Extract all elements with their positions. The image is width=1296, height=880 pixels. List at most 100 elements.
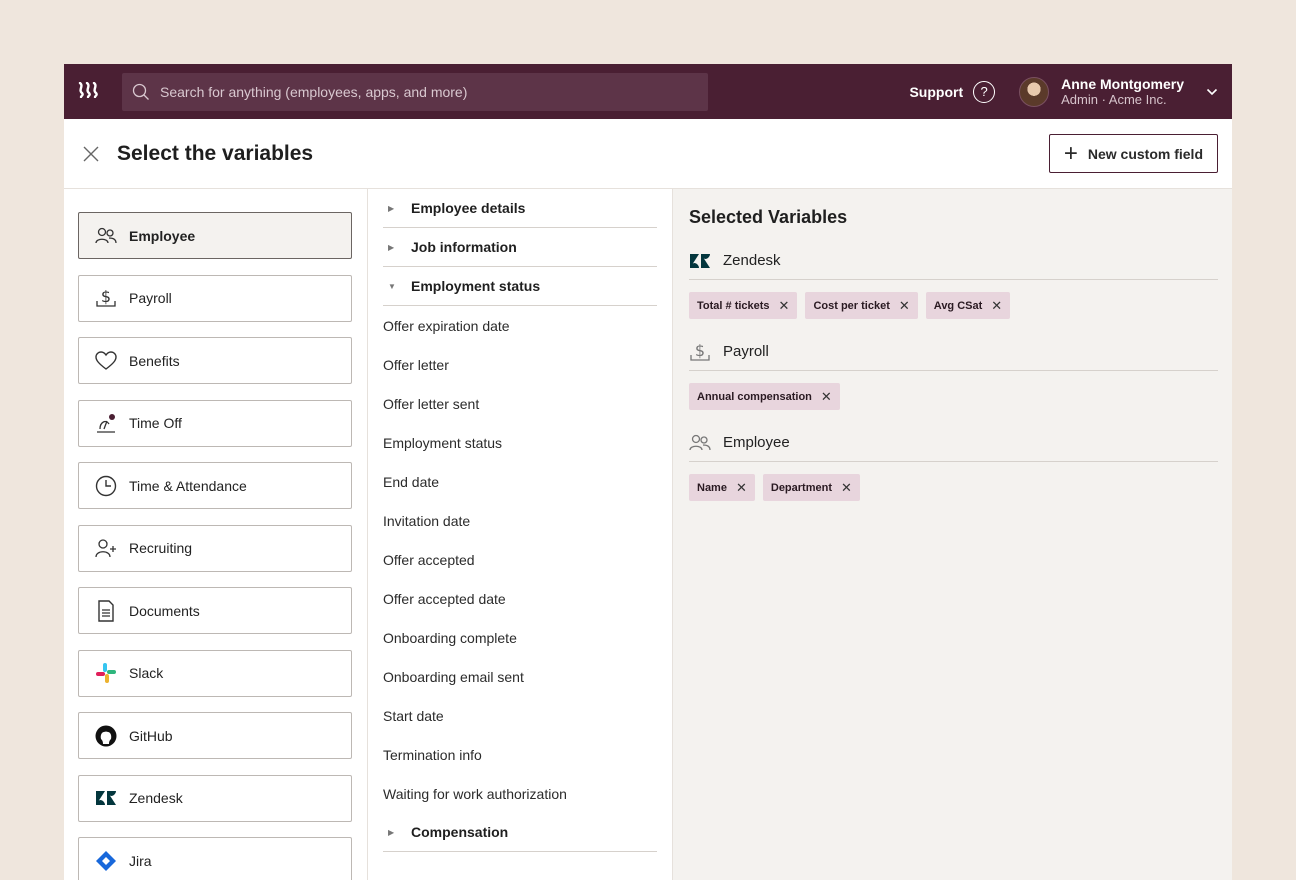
category-label: Benefits: [129, 352, 180, 369]
category-jira[interactable]: Jira: [78, 837, 352, 880]
category-label: Jira: [129, 852, 152, 869]
document-icon: [95, 599, 117, 622]
avatar[interactable]: [1019, 76, 1050, 107]
search-bar[interactable]: Search for anything (employees, apps, an…: [122, 72, 708, 111]
field-item[interactable]: Employment status: [383, 423, 657, 462]
field-item[interactable]: Onboarding email sent: [383, 657, 657, 696]
new-custom-field-button[interactable]: + New custom field: [1048, 134, 1218, 173]
category-github[interactable]: GitHub: [78, 712, 352, 759]
category-label: Recruiting: [129, 540, 193, 556]
variable-chip[interactable]: Avg CSat ✕: [925, 292, 1011, 319]
remove-icon[interactable]: ✕: [821, 389, 832, 405]
category-time-attendance[interactable]: Time & Attendance: [78, 462, 352, 509]
dollar-icon: $: [95, 287, 117, 309]
category-label: Zendesk: [129, 790, 183, 806]
jira-icon: [95, 850, 117, 872]
field-item[interactable]: Termination info: [383, 735, 657, 774]
user-role: Admin · Acme Inc.: [1061, 91, 1167, 107]
category-payroll[interactable]: $ Payroll: [78, 274, 352, 322]
variable-chip[interactable]: Name ✕: [689, 474, 755, 501]
chip-label: Name: [697, 481, 727, 494]
category-list: Employee $ Payroll Benefits Time Off Tim…: [64, 189, 368, 880]
zendesk-icon: [95, 787, 117, 809]
remove-icon[interactable]: ✕: [899, 298, 910, 314]
variable-chip[interactable]: Total # tickets ✕: [689, 292, 798, 319]
category-time-off[interactable]: Time Off: [78, 399, 352, 447]
group-employee-details[interactable]: ▶ Employee details: [383, 189, 657, 228]
remove-icon[interactable]: ✕: [736, 480, 747, 496]
page-header: Select the variables + New custom field: [64, 119, 1232, 189]
category-label: Payroll: [129, 290, 172, 306]
dollar-icon: $: [689, 341, 711, 363]
caret-right-icon: ▶: [388, 827, 395, 837]
remove-icon[interactable]: ✕: [779, 298, 790, 314]
group-employment-status[interactable]: ▼ Employment status: [383, 267, 657, 306]
chevron-down-icon[interactable]: [1206, 88, 1218, 96]
svg-text:$: $: [695, 341, 705, 360]
chip-label: Avg CSat: [933, 299, 983, 312]
search-placeholder: Search for anything (employees, apps, an…: [160, 83, 468, 100]
plus-icon: +: [1063, 139, 1078, 167]
support-button[interactable]: Support ?: [909, 80, 996, 103]
field-item[interactable]: End date: [383, 462, 657, 501]
field-item[interactable]: Offer accepted: [383, 540, 657, 579]
chip-label: Total # tickets: [697, 299, 770, 312]
group-label: Job information: [411, 239, 517, 255]
slack-icon: [95, 662, 117, 684]
selected-group-label: Payroll: [723, 343, 769, 360]
group-label: Employee details: [411, 200, 526, 216]
category-label: Time & Attendance: [129, 477, 247, 494]
category-zendesk[interactable]: Zendesk: [78, 774, 352, 822]
add-person-icon: [95, 537, 117, 559]
field-item[interactable]: Onboarding complete: [383, 618, 657, 657]
category-label: Employee: [129, 227, 196, 244]
field-item[interactable]: Offer letter: [383, 345, 657, 384]
group-label: Compensation: [411, 824, 509, 840]
group-label: Employment status: [411, 278, 541, 294]
chip-list: Name ✕ Department ✕: [689, 462, 1218, 515]
new-custom-field-label: New custom field: [1087, 145, 1203, 162]
people-icon: [689, 434, 711, 452]
field-list: ▶ Employee details ▶ Job information ▼ E…: [368, 189, 673, 880]
category-label: GitHub: [129, 727, 173, 744]
field-item[interactable]: Invitation date: [383, 501, 657, 540]
category-documents[interactable]: Documents: [78, 587, 352, 634]
variable-chip[interactable]: Cost per ticket ✕: [805, 292, 918, 319]
caret-down-icon: ▼: [388, 281, 396, 291]
github-icon: [95, 725, 117, 747]
selected-group-payroll: $ Payroll: [689, 333, 1218, 371]
field-item[interactable]: Offer letter sent: [383, 384, 657, 423]
user-menu[interactable]: Anne Montgomery Admin · Acme Inc.: [1061, 76, 1184, 108]
group-compensation[interactable]: ▶ Compensation: [383, 813, 657, 852]
clock-icon: [95, 475, 117, 497]
selected-group-employee: Employee: [689, 424, 1218, 462]
top-bar: Search for anything (employees, apps, an…: [64, 64, 1232, 119]
category-label: Slack: [129, 665, 164, 681]
chip-label: Department: [770, 481, 832, 494]
category-employee[interactable]: Employee: [78, 212, 352, 259]
field-item[interactable]: Offer expiration date: [383, 306, 657, 345]
variable-chip[interactable]: Department ✕: [762, 474, 860, 501]
rippling-logo[interactable]: [78, 81, 108, 103]
variable-chip[interactable]: Annual compensation ✕: [689, 383, 840, 410]
remove-icon[interactable]: ✕: [991, 298, 1002, 314]
page-title: Select the variables: [117, 141, 314, 165]
group-job-information[interactable]: ▶ Job information: [383, 228, 657, 267]
category-label: Time Off: [129, 415, 182, 431]
caret-right-icon: ▶: [388, 242, 395, 252]
search-icon: [132, 83, 149, 100]
help-icon: ?: [973, 80, 996, 103]
category-slack[interactable]: Slack: [78, 649, 352, 697]
category-recruiting[interactable]: Recruiting: [78, 524, 352, 572]
field-item[interactable]: Offer accepted date: [383, 579, 657, 618]
selected-group-zendesk: Zendesk: [689, 242, 1218, 280]
caret-right-icon: ▶: [388, 203, 395, 213]
user-name: Anne Montgomery: [1061, 75, 1184, 92]
app-window: Search for anything (employees, apps, an…: [64, 64, 1232, 880]
selected-variables-panel: Selected Variables Zendesk Total # ticke…: [673, 189, 1232, 880]
field-item[interactable]: Start date: [383, 696, 657, 735]
remove-icon[interactable]: ✕: [841, 480, 852, 496]
field-item[interactable]: Waiting for work authorization: [383, 774, 657, 813]
category-benefits[interactable]: Benefits: [78, 337, 352, 384]
close-icon[interactable]: [82, 145, 100, 163]
